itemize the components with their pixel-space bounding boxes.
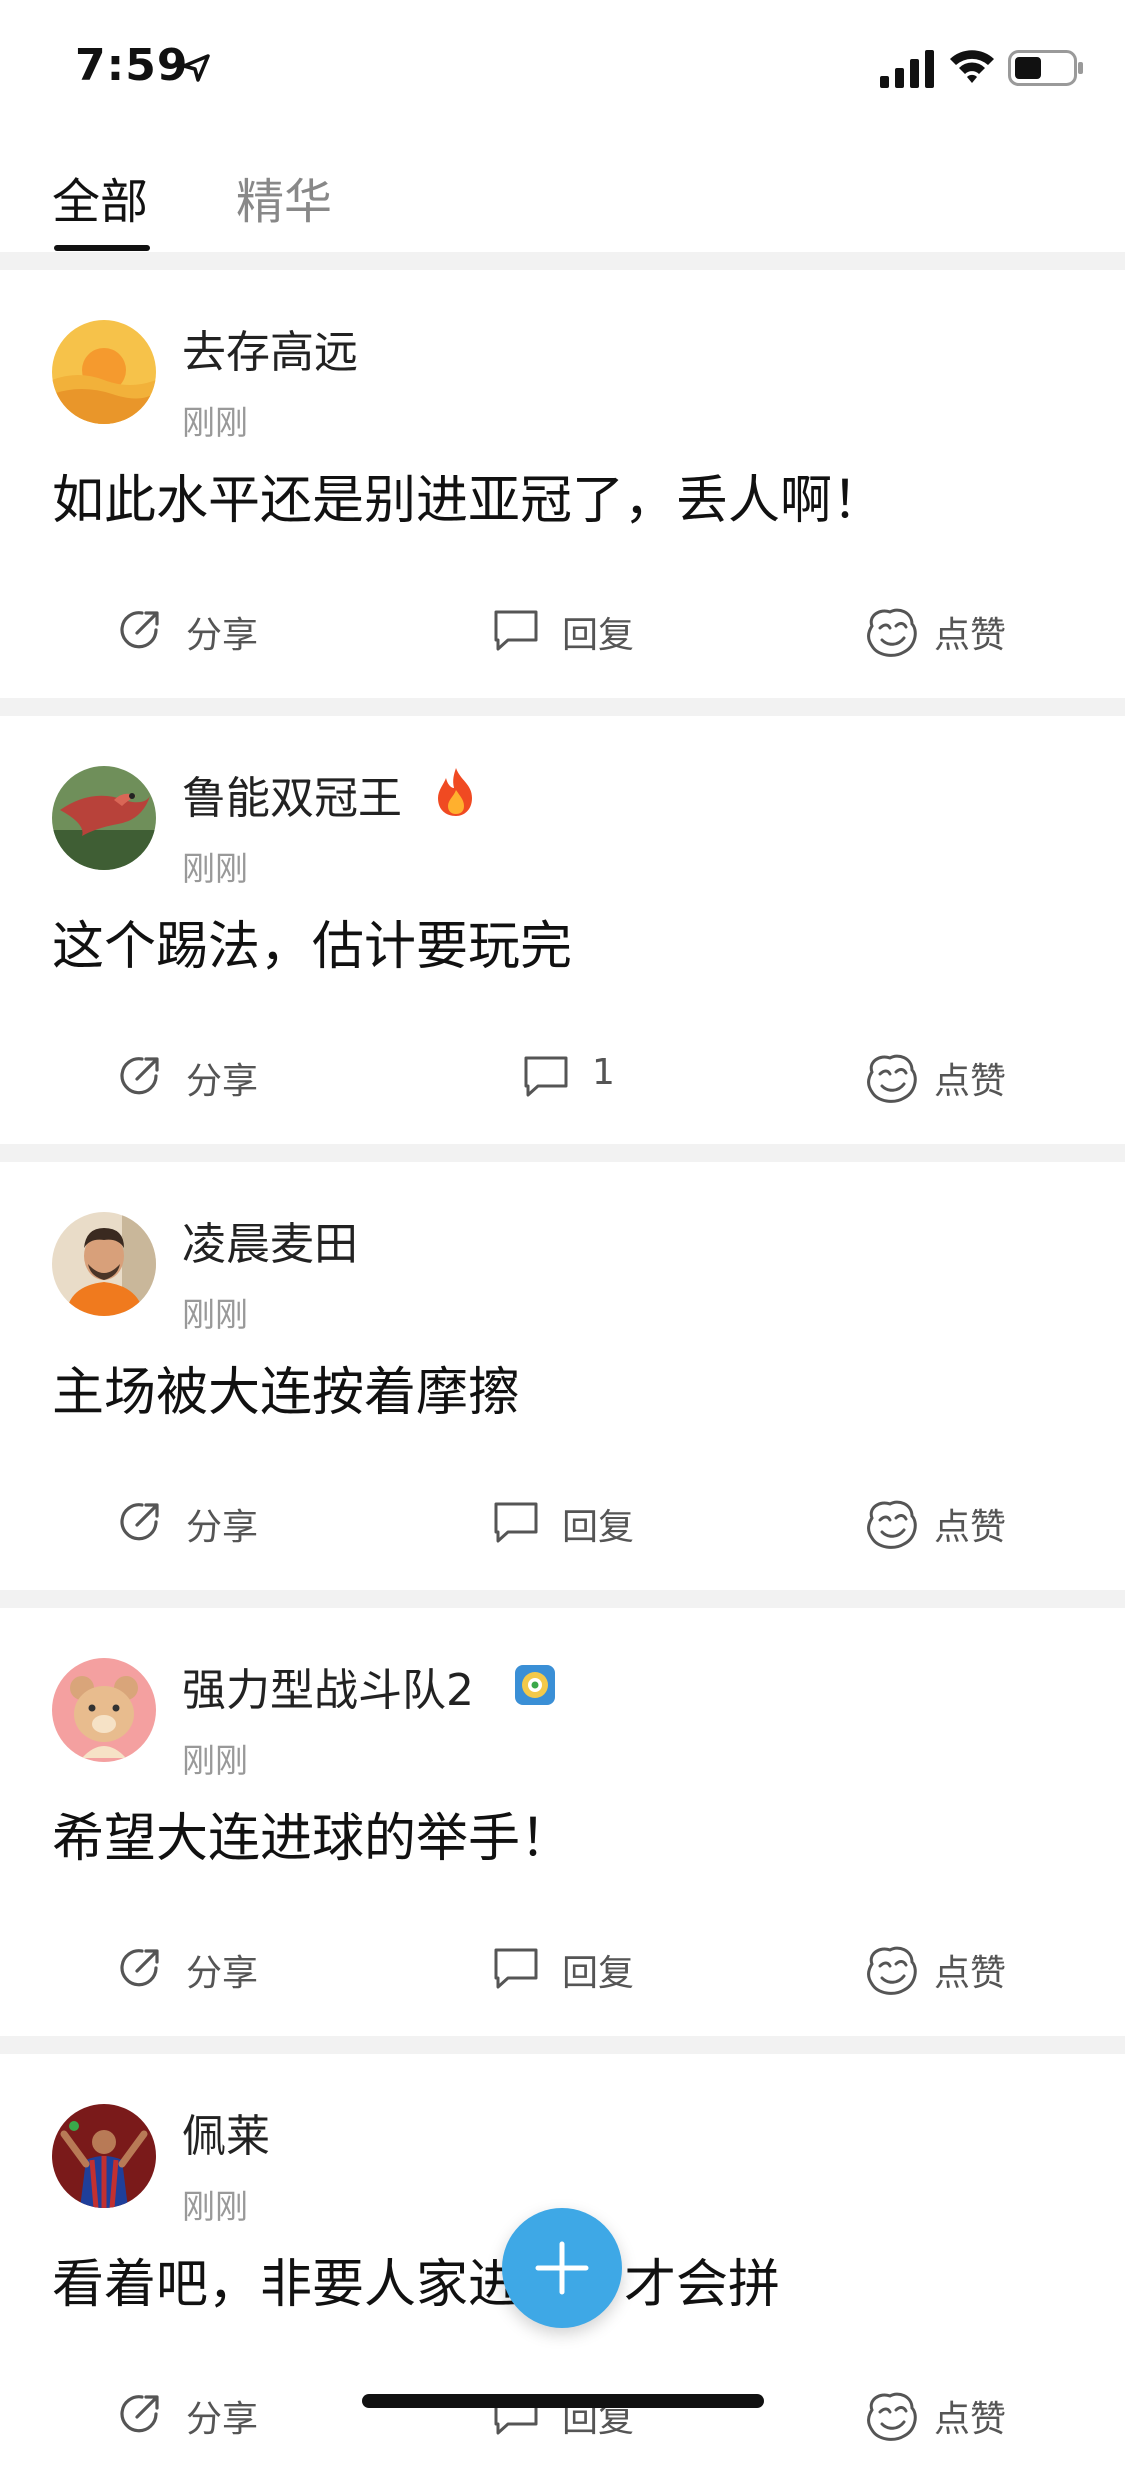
wifi-icon bbox=[950, 50, 994, 83]
post-content[interactable]: 这个踢法，估计要玩完 bbox=[52, 904, 572, 979]
share-icon bbox=[120, 1503, 159, 1541]
divider bbox=[0, 252, 1125, 270]
divider bbox=[0, 1144, 1125, 1162]
like-label: 点赞 bbox=[934, 1507, 1007, 1548]
battery-icon bbox=[1008, 50, 1083, 86]
like-label: 点赞 bbox=[934, 2399, 1007, 2440]
post-content[interactable]: 主场被大连按着摩擦 bbox=[52, 1350, 520, 1425]
like-icon bbox=[867, 1054, 917, 1103]
divider bbox=[0, 1590, 1125, 1608]
divider bbox=[0, 698, 1125, 716]
post-content[interactable]: 如此水平还是别进亚冠了，丢人啊！ bbox=[52, 458, 884, 533]
signal-icon bbox=[880, 50, 934, 88]
post-time: 刚刚 bbox=[182, 403, 248, 442]
reply-count: 1 bbox=[592, 1052, 615, 1093]
fire-icon bbox=[438, 768, 472, 816]
share-icon bbox=[120, 2395, 159, 2433]
tab-all[interactable]: 全部 bbox=[52, 162, 148, 232]
avatar[interactable] bbox=[52, 320, 156, 424]
avatar[interactable] bbox=[52, 1212, 156, 1316]
post-time: 刚刚 bbox=[182, 2187, 248, 2226]
share-label: 分享 bbox=[186, 1061, 259, 1102]
post-card[interactable]: 强力型战斗队2 刚刚 希望大连进球的举手！ 分享 回复 点赞 bbox=[0, 1608, 1125, 2036]
comment-icon bbox=[494, 610, 538, 651]
reply-label: 回复 bbox=[562, 615, 635, 656]
username[interactable]: 去存高远 bbox=[182, 316, 358, 380]
avatar[interactable] bbox=[52, 2104, 156, 2208]
post-card[interactable]: 凌晨麦田 刚刚 主场被大连按着摩擦 分享 回复 点赞 bbox=[0, 1162, 1125, 1590]
avatar[interactable] bbox=[52, 766, 156, 870]
reply-label: 回复 bbox=[562, 1953, 635, 1994]
share-label: 分享 bbox=[186, 1507, 259, 1548]
share-icon bbox=[120, 611, 159, 649]
username[interactable]: 凌晨麦田 bbox=[182, 1208, 358, 1272]
share-icon bbox=[120, 1949, 159, 1987]
sunset-avatar-icon bbox=[52, 320, 156, 424]
person-avatar-icon bbox=[52, 1212, 156, 1316]
active-tab-indicator bbox=[54, 245, 150, 251]
post-time: 刚刚 bbox=[182, 849, 248, 888]
post-content[interactable]: 看着吧，非要人家进个，才会拼 bbox=[52, 2242, 780, 2317]
eagle-avatar-icon bbox=[52, 766, 156, 870]
tab-bar: 全部 精华 bbox=[0, 140, 1125, 252]
like-label: 点赞 bbox=[934, 1953, 1007, 1994]
share-label: 分享 bbox=[186, 1953, 259, 1994]
post-time: 刚刚 bbox=[182, 1741, 248, 1780]
like-icon bbox=[867, 608, 917, 657]
comment-icon bbox=[524, 1056, 568, 1097]
medal-icon bbox=[515, 1665, 555, 1705]
comment-icon bbox=[494, 1502, 538, 1543]
divider bbox=[0, 2036, 1125, 2054]
home-indicator[interactable] bbox=[362, 2394, 764, 2408]
post-card[interactable]: 去存高远 刚刚 如此水平还是别进亚冠了，丢人啊！ 分享 回复 点赞 bbox=[0, 270, 1125, 698]
username[interactable]: 强力型战斗队2 bbox=[182, 1654, 474, 1718]
player-avatar-icon bbox=[52, 2104, 156, 2208]
like-label: 点赞 bbox=[934, 1061, 1007, 1102]
share-label: 分享 bbox=[186, 615, 259, 656]
post-time: 刚刚 bbox=[182, 1295, 248, 1334]
username[interactable]: 佩莱 bbox=[182, 2100, 270, 2164]
reply-label: 回复 bbox=[562, 1507, 635, 1548]
tab-essence[interactable]: 精华 bbox=[236, 162, 332, 232]
bear-avatar-icon bbox=[52, 1658, 156, 1762]
plus-icon bbox=[535, 2241, 589, 2295]
like-label: 点赞 bbox=[934, 615, 1007, 656]
avatar[interactable] bbox=[52, 1658, 156, 1762]
like-icon bbox=[867, 1500, 917, 1549]
post-content[interactable]: 希望大连进球的举手！ bbox=[52, 1796, 572, 1871]
status-time: 7:59 bbox=[75, 40, 189, 91]
location-arrow-icon bbox=[182, 54, 210, 82]
username[interactable]: 鲁能双冠王 bbox=[182, 762, 402, 826]
status-bar: 7:59 bbox=[0, 0, 1125, 140]
share-icon bbox=[120, 1057, 159, 1095]
comment-icon bbox=[494, 1948, 538, 1989]
share-label: 分享 bbox=[186, 2399, 259, 2440]
like-icon bbox=[867, 1946, 917, 1995]
post-card[interactable]: 鲁能双冠王 刚刚 这个踢法，估计要玩完 分享 1 点赞 bbox=[0, 716, 1125, 1144]
like-icon bbox=[867, 2392, 917, 2441]
add-post-button[interactable] bbox=[502, 2208, 622, 2328]
